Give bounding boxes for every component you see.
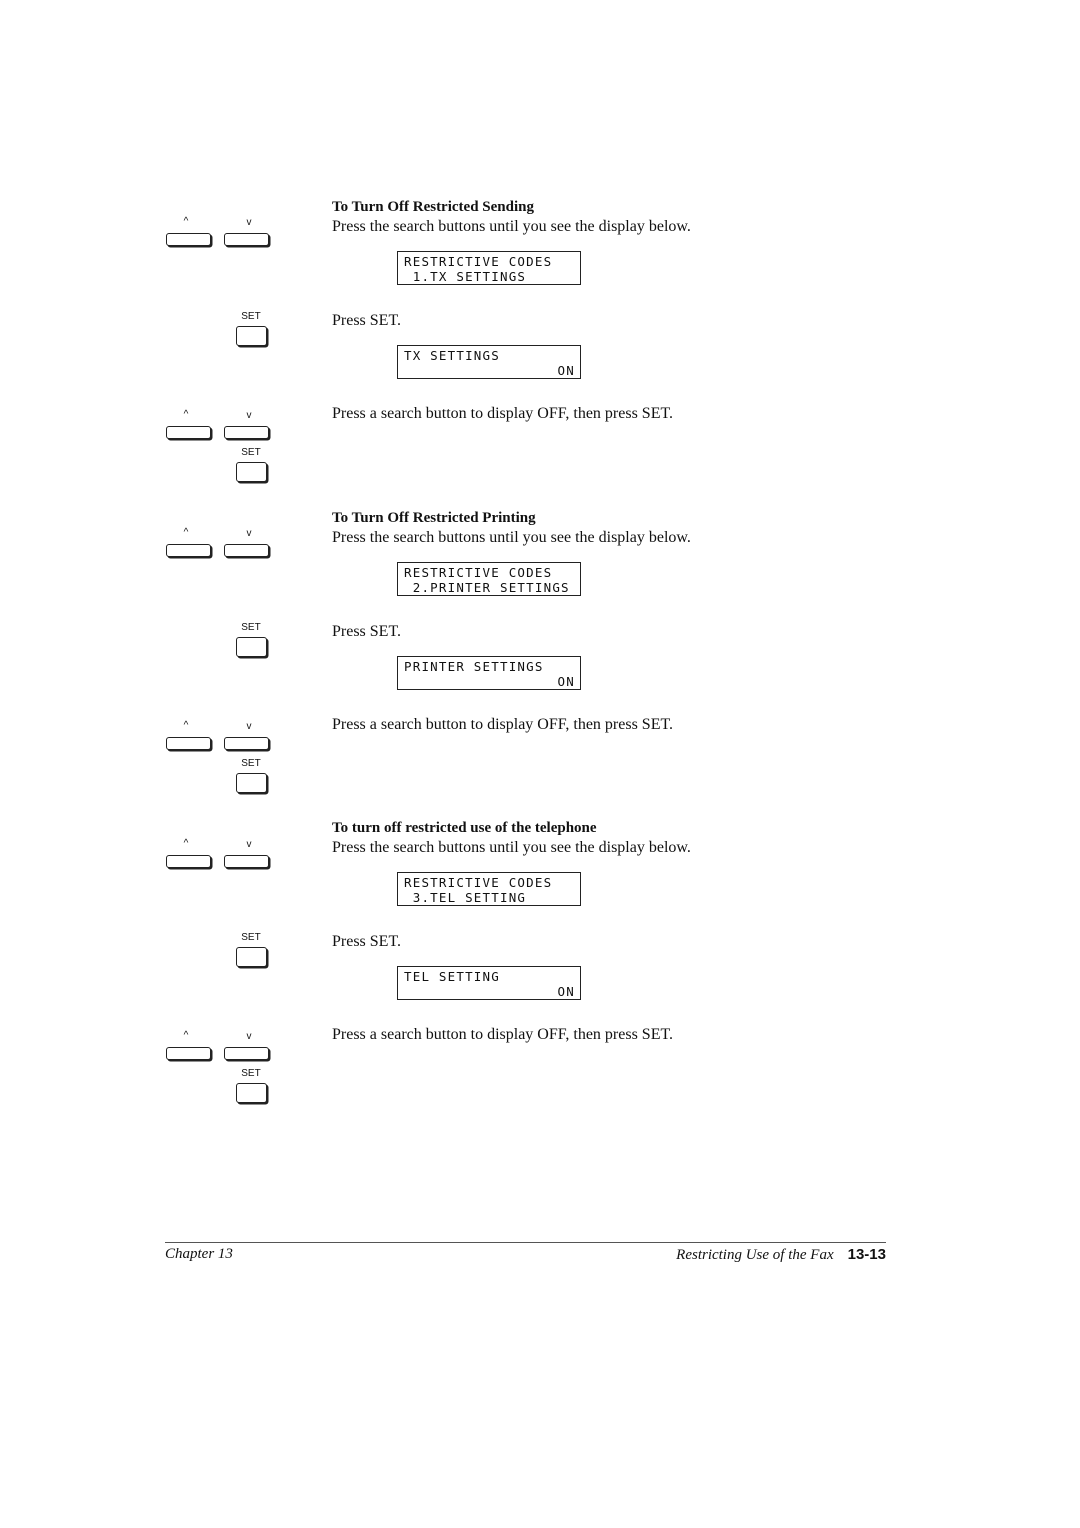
down-key-label: v xyxy=(246,528,252,539)
lcd-line-2: ON xyxy=(557,984,575,999)
step-text: Press SET. xyxy=(332,312,402,329)
lcd-line-1: PRINTER SETTINGS xyxy=(404,659,544,674)
search-down-key-icon xyxy=(224,544,269,557)
page-number: 13-13 xyxy=(847,1246,886,1263)
lcd-display: RESTRICTIVE CODES 3.TEL SETTING xyxy=(397,872,581,906)
search-down-key-icon xyxy=(224,233,269,246)
set-key-icon xyxy=(236,1083,267,1103)
step-text: Press SET. xyxy=(332,623,402,640)
set-key-label: SET xyxy=(241,1068,261,1079)
set-key-icon xyxy=(236,773,267,793)
section-heading: To Turn Off Restricted Sending xyxy=(332,199,534,215)
lcd-line-2: 2.PRINTER SETTINGS xyxy=(404,580,570,595)
lcd-line-1: RESTRICTIVE CODES xyxy=(404,254,553,269)
search-up-key-icon xyxy=(166,233,211,246)
down-key-label: v xyxy=(246,721,252,732)
step-text: Press the search buttons until you see t… xyxy=(332,218,691,235)
lcd-line-2: 1.TX SETTINGS xyxy=(404,269,527,284)
set-key-icon xyxy=(236,462,267,482)
set-key-icon xyxy=(236,326,267,346)
lcd-line-1: RESTRICTIVE CODES xyxy=(404,565,553,580)
lcd-display: TX SETTINGS ON xyxy=(397,345,581,379)
step-text: Press the search buttons until you see t… xyxy=(332,529,691,546)
search-down-key-icon xyxy=(224,855,269,868)
lcd-line-1: TX SETTINGS xyxy=(404,348,500,363)
section-heading: To turn off restricted use of the teleph… xyxy=(332,820,597,836)
footer-right: Restricting Use of the Fax 13-13 xyxy=(676,1246,886,1264)
search-down-key-icon xyxy=(224,1047,269,1060)
set-key-icon xyxy=(236,947,267,967)
footer-divider xyxy=(165,1242,886,1243)
lcd-display: TEL SETTING ON xyxy=(397,966,581,1000)
lcd-display: PRINTER SETTINGS ON xyxy=(397,656,581,690)
step-text: Press a search button to display OFF, th… xyxy=(332,716,674,733)
up-key-label: ^ xyxy=(183,527,189,538)
up-key-label: ^ xyxy=(183,720,189,731)
search-up-key-icon xyxy=(166,426,211,439)
lcd-line-2: 3.TEL SETTING xyxy=(404,890,527,905)
up-key-label: ^ xyxy=(183,1030,189,1041)
down-key-label: v xyxy=(246,839,252,850)
section-heading: To Turn Off Restricted Printing xyxy=(332,510,536,526)
search-down-key-icon xyxy=(224,426,269,439)
lcd-line-1: TEL SETTING xyxy=(404,969,500,984)
down-key-label: v xyxy=(246,410,252,421)
down-key-label: v xyxy=(246,1031,252,1042)
step-text: Press a search button to display OFF, th… xyxy=(332,405,674,422)
up-key-label: ^ xyxy=(183,409,189,420)
lcd-line-2: ON xyxy=(557,674,575,689)
lcd-display: RESTRICTIVE CODES 2.PRINTER SETTINGS xyxy=(397,562,581,596)
up-key-label: ^ xyxy=(183,838,189,849)
down-key-label: v xyxy=(246,217,252,228)
up-key-label: ^ xyxy=(183,216,189,227)
set-key-icon xyxy=(236,637,267,657)
lcd-line-1: RESTRICTIVE CODES xyxy=(404,875,553,890)
search-up-key-icon xyxy=(166,737,211,750)
search-up-key-icon xyxy=(166,544,211,557)
footer-chapter: Chapter 13 xyxy=(165,1246,233,1262)
step-text: Press a search button to display OFF, th… xyxy=(332,1026,674,1043)
lcd-display: RESTRICTIVE CODES 1.TX SETTINGS xyxy=(397,251,581,285)
search-down-key-icon xyxy=(224,737,269,750)
set-key-label: SET xyxy=(241,622,261,633)
set-key-label: SET xyxy=(241,447,261,458)
footer-title: Restricting Use of the Fax xyxy=(676,1247,834,1263)
lcd-line-2: ON xyxy=(557,363,575,378)
search-up-key-icon xyxy=(166,1047,211,1060)
step-text: Press SET. xyxy=(332,933,402,950)
set-key-label: SET xyxy=(241,311,261,322)
set-key-label: SET xyxy=(241,758,261,769)
set-key-label: SET xyxy=(241,932,261,943)
step-text: Press the search buttons until you see t… xyxy=(332,839,691,856)
search-up-key-icon xyxy=(166,855,211,868)
